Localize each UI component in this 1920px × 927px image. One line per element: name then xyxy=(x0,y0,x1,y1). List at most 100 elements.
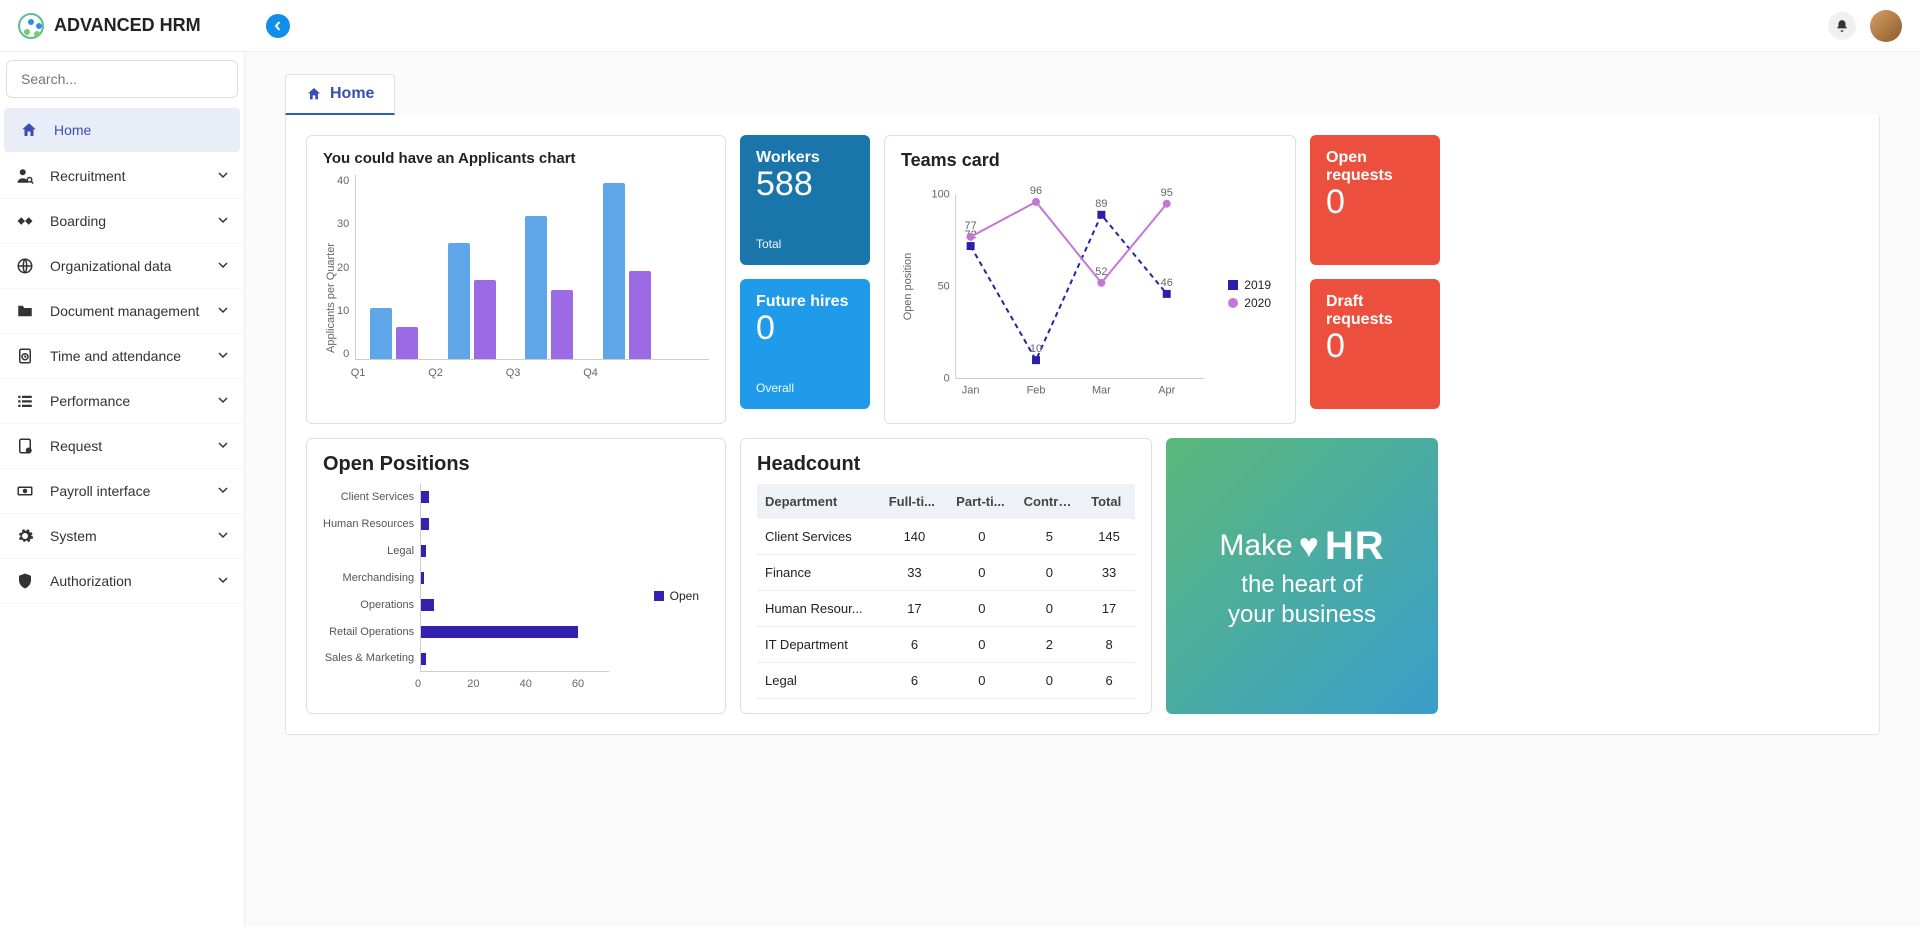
table-cell: 5 xyxy=(1016,519,1083,555)
sidebar-item-payroll-interface[interactable]: Payroll interface xyxy=(0,469,244,514)
gear-icon xyxy=(16,527,34,545)
legend-marker-icon xyxy=(1228,280,1238,290)
future-hires-tile[interactable]: Future hires 0 Overall xyxy=(740,279,870,409)
svg-text:Open position: Open position xyxy=(902,253,914,321)
table-header[interactable]: Contra... xyxy=(1016,484,1083,519)
main: Home You could have an Applicants chart … xyxy=(245,52,1920,927)
table-header[interactable]: Part-ti... xyxy=(948,484,1015,519)
tab-strip: Home xyxy=(245,52,1920,115)
sidebar-item-label: Request xyxy=(50,438,102,454)
svg-text:77: 77 xyxy=(965,220,977,232)
bell-icon xyxy=(1835,19,1849,33)
hbar xyxy=(421,491,429,503)
sidebar-item-label: Time and attendance xyxy=(50,348,181,364)
workers-tile[interactable]: Workers 588 Total xyxy=(740,135,870,265)
headcount-title: Headcount xyxy=(757,453,1135,476)
svg-text:50: 50 xyxy=(938,281,950,293)
bar xyxy=(603,183,625,359)
table-row[interactable]: Human Resour...170017 xyxy=(757,591,1135,627)
sidebar-item-label: Payroll interface xyxy=(50,483,150,499)
bar xyxy=(525,216,547,359)
collapse-sidebar-button[interactable] xyxy=(266,14,290,38)
table-cell: Finance xyxy=(757,555,881,591)
chevron-down-icon xyxy=(218,259,228,273)
headcount-table: DepartmentFull-ti...Part-ti...Contra...T… xyxy=(757,484,1135,699)
legend-marker-icon xyxy=(1228,298,1238,308)
chevron-down-icon xyxy=(218,394,228,408)
table-header[interactable]: Total xyxy=(1083,484,1135,519)
hbar-bars xyxy=(420,484,609,672)
svg-text:95: 95 xyxy=(1161,187,1173,199)
sidebar-item-organizational-data[interactable]: Organizational data xyxy=(0,244,244,289)
bar xyxy=(474,280,496,359)
tab-label: Home xyxy=(330,85,374,103)
table-cell: Client Services xyxy=(757,519,881,555)
open-requests-tile[interactable]: Open requests 0 xyxy=(1310,135,1440,265)
tile-sublabel: Overall xyxy=(756,381,854,395)
hbar-legend-label: Open xyxy=(670,589,699,603)
x-category-label: Q2 xyxy=(428,367,443,379)
open-positions-chart: Client ServicesHuman ResourcesLegalMerch… xyxy=(323,484,709,694)
applicants-chart-card: You could have an Applicants chart Appli… xyxy=(306,135,726,424)
handshake-icon xyxy=(16,212,34,230)
sidebar-item-document-management[interactable]: Document management xyxy=(0,289,244,334)
tab-home[interactable]: Home xyxy=(285,74,395,115)
sidebar-item-time-and-attendance[interactable]: Time and attendance xyxy=(0,334,244,379)
svg-text:89: 89 xyxy=(1095,198,1107,210)
y-axis-label: Applicants per Quarter xyxy=(323,175,337,385)
sidebar-item-recruitment[interactable]: Recruitment xyxy=(0,154,244,199)
sidebar-item-request[interactable]: Request xyxy=(0,424,244,469)
table-row[interactable]: Finance330033 xyxy=(757,555,1135,591)
table-row[interactable]: IT Department6028 xyxy=(757,627,1135,663)
svg-text:10: 10 xyxy=(1030,343,1042,355)
list-icon xyxy=(16,392,34,410)
sidebar-item-performance[interactable]: Performance xyxy=(0,379,244,424)
table-cell: 33 xyxy=(1083,555,1135,591)
x-category-label: Q1 xyxy=(351,367,366,379)
sidebar: HomeRecruitmentBoarding Organizational da… xyxy=(0,52,245,927)
x-tick-label: 60 xyxy=(572,678,584,690)
table-header[interactable]: Full-ti... xyxy=(881,484,948,519)
teams-chart-card: Teams card Open position050100JanFebMarA… xyxy=(884,135,1296,424)
user-avatar[interactable] xyxy=(1870,10,1902,42)
person-search-icon xyxy=(16,167,34,185)
sidebar-item-boarding[interactable]: Boarding xyxy=(0,199,244,244)
legend-item: 2019 xyxy=(1228,278,1271,292)
svg-text:52: 52 xyxy=(1095,266,1107,278)
svg-text:Feb: Feb xyxy=(1027,384,1046,396)
table-header[interactable]: Department xyxy=(757,484,881,519)
chevron-down-icon xyxy=(218,349,228,363)
table-cell: 6 xyxy=(1083,663,1135,699)
search-input[interactable] xyxy=(6,60,238,98)
table-row[interactable]: Legal6006 xyxy=(757,663,1135,699)
home-icon xyxy=(20,121,38,139)
x-category-label: Q4 xyxy=(583,367,598,379)
chevron-down-icon xyxy=(218,439,228,453)
brand-title: ADVANCED HRM xyxy=(54,15,201,36)
chevron-down-icon xyxy=(218,529,228,543)
tile-value: 588 xyxy=(756,167,854,201)
draft-requests-tile[interactable]: Draft requests 0 xyxy=(1310,279,1440,409)
chevron-left-icon xyxy=(273,21,283,31)
table-cell: 0 xyxy=(1016,591,1083,627)
sidebar-item-label: Document management xyxy=(50,303,199,319)
tile-label: Draft requests xyxy=(1326,293,1424,329)
promo-line3: your business xyxy=(1228,601,1376,629)
table-cell: 6 xyxy=(881,627,948,663)
table-row[interactable]: Client Services14005145 xyxy=(757,519,1135,555)
sidebar-item-home[interactable]: Home xyxy=(4,108,240,152)
hbar xyxy=(421,626,578,638)
home-icon xyxy=(306,86,322,102)
hbar xyxy=(421,599,434,611)
promo-card[interactable]: Make ♥ HR the heart of your business xyxy=(1166,438,1438,714)
notifications-button[interactable] xyxy=(1828,12,1856,40)
sidebar-item-label: Organizational data xyxy=(50,258,171,274)
table-cell: 0 xyxy=(948,663,1015,699)
bar xyxy=(551,290,573,359)
sidebar-item-authorization[interactable]: Authorization xyxy=(0,559,244,604)
applicants-chart-title: You could have an Applicants chart xyxy=(323,150,709,167)
svg-text:Jan: Jan xyxy=(962,384,980,396)
tile-value: 0 xyxy=(1326,329,1424,363)
sidebar-item-system[interactable]: System xyxy=(0,514,244,559)
x-tick-label: 40 xyxy=(520,678,532,690)
